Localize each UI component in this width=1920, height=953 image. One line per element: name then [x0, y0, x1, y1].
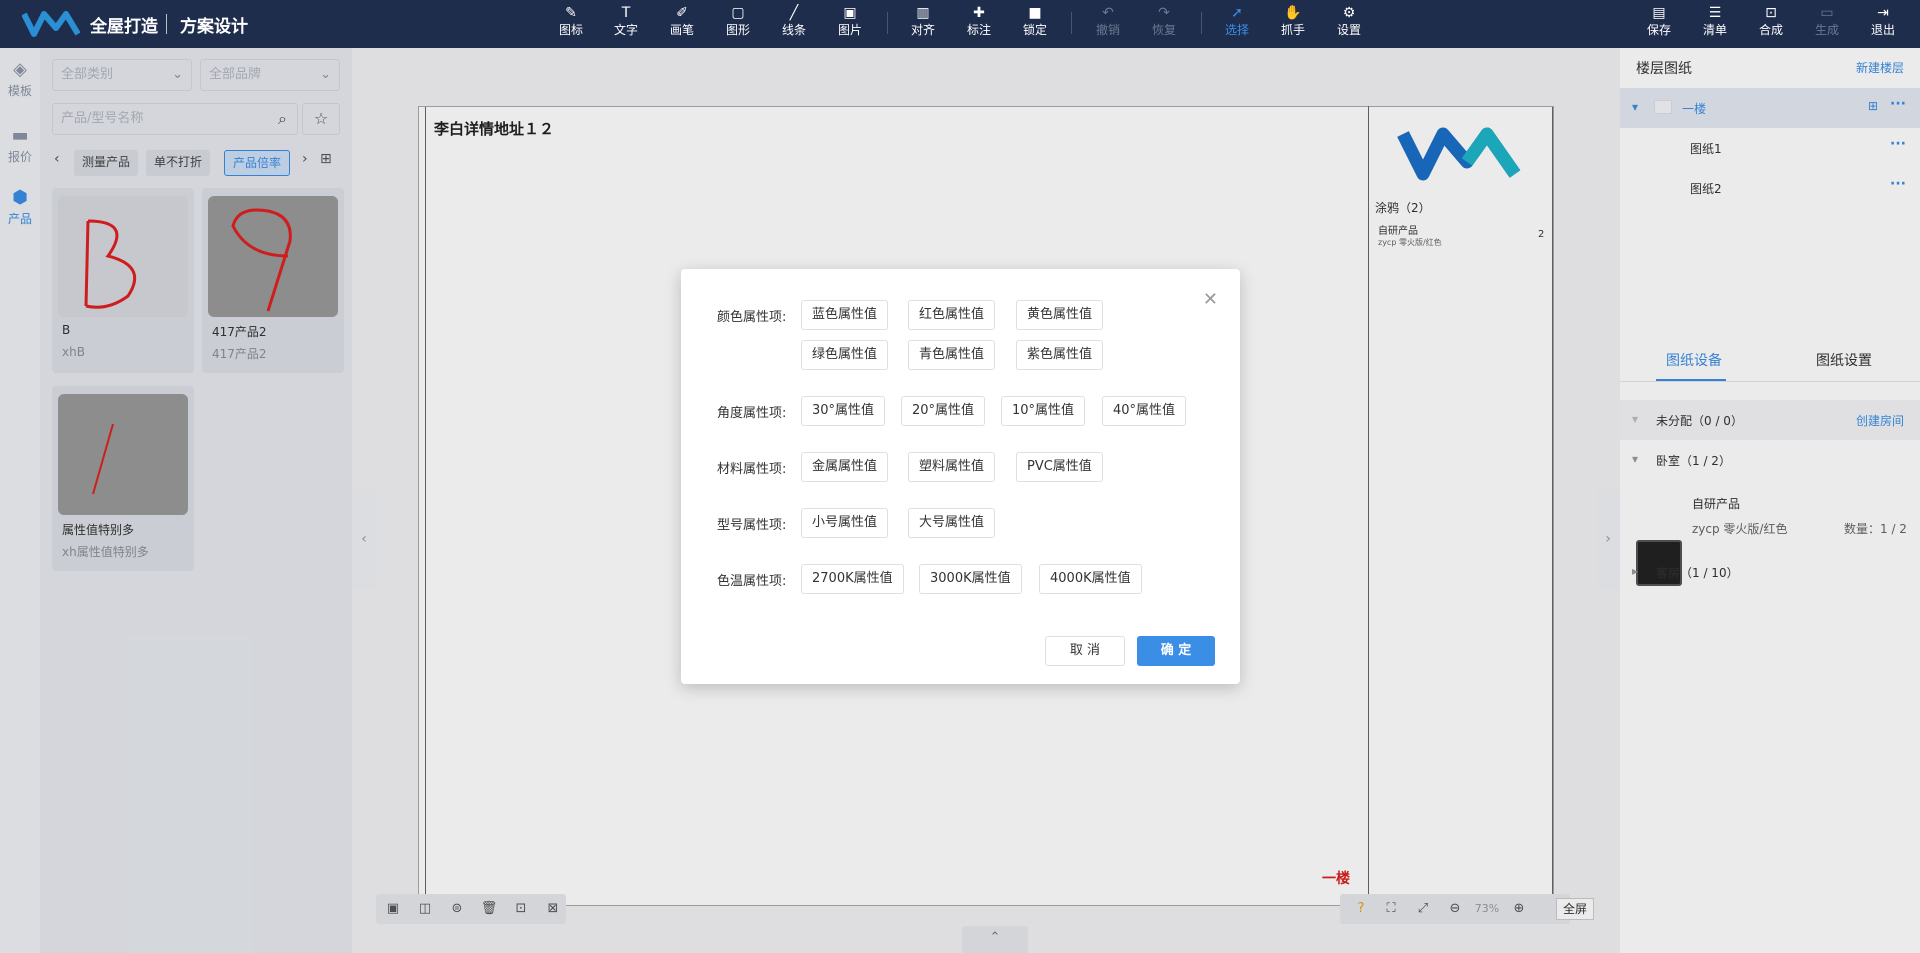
lock-icon: ■ — [1028, 5, 1042, 21]
tool-label: 清单 — [1702, 23, 1727, 37]
tool-label: 画笔 — [669, 23, 694, 37]
hand-icon: ✋ — [1284, 5, 1302, 21]
tool-shape-button[interactable]: ▢ 图形 — [716, 4, 760, 44]
cursor-icon: ➚ — [1231, 5, 1243, 21]
option-button[interactable]: 金属属性值 — [801, 452, 889, 482]
app-subtitle: 方案设计 — [180, 17, 248, 37]
tool-label: 恢复 — [1151, 23, 1176, 37]
cancel-button[interactable]: 取 消 — [1045, 636, 1125, 666]
attr-label-model: 型号属性项: — [717, 518, 787, 533]
option-button[interactable]: 3000K属性值 — [919, 564, 1022, 594]
tool-label: 选择 — [1224, 23, 1249, 37]
tool-image-button[interactable]: ▣ 图片 — [828, 4, 872, 44]
option-button[interactable]: 塑料属性值 — [908, 452, 996, 482]
save-button[interactable]: ▤ 保存 — [1637, 4, 1681, 44]
generate-button[interactable]: ▭ 生成 — [1805, 4, 1849, 44]
undo-icon: ↶ — [1102, 5, 1114, 21]
option-button[interactable]: 20°属性值 — [901, 396, 986, 426]
list-button[interactable]: ☰ 清单 — [1693, 4, 1737, 44]
tool-brush-button[interactable]: ✐ 画笔 — [660, 4, 704, 44]
option-button[interactable]: 10°属性值 — [1001, 396, 1086, 426]
option-button[interactable]: 30°属性值 — [801, 396, 886, 426]
redo-icon: ↷ — [1158, 5, 1170, 21]
list-icon: ☰ — [1708, 5, 1722, 21]
tool-line-button[interactable]: ╱ 线条 — [772, 4, 816, 44]
icon-tool-icon: ✎ — [565, 5, 577, 21]
option-button[interactable]: 4000K属性值 — [1039, 564, 1142, 594]
option-button[interactable]: 青色属性值 — [908, 340, 996, 370]
brush-icon: ✐ — [676, 5, 688, 21]
tool-label: 生成 — [1814, 23, 1839, 37]
tool-mark-button[interactable]: ✚ 标注 — [957, 4, 1001, 44]
tool-label: 文字 — [613, 23, 638, 37]
tool-text-button[interactable]: T 文字 — [604, 4, 648, 44]
tool-hand-button[interactable]: ✋ 抓手 — [1271, 4, 1315, 44]
image-icon: ▣ — [843, 5, 857, 21]
attr-label-angle: 角度属性项: — [717, 406, 787, 421]
tool-undo-button[interactable]: ↶ 撤销 — [1086, 4, 1130, 44]
divider — [1201, 12, 1202, 34]
tool-label: 退出 — [1870, 23, 1895, 37]
tool-label: 图形 — [725, 23, 750, 37]
pin-icon: ✚ — [973, 5, 985, 21]
divider — [1071, 12, 1072, 34]
app-title: 全屋打造 — [90, 17, 158, 37]
attribute-dialog: ✕ 颜色属性项: 蓝色属性值 红色属性值 黄色属性值 绿色属性值 青色属性值 紫… — [681, 269, 1240, 684]
option-button[interactable]: 蓝色属性值 — [801, 300, 889, 330]
tool-label: 图片 — [837, 23, 862, 37]
logo-icon — [22, 11, 80, 37]
tool-label: 标注 — [966, 23, 991, 37]
compose-icon: ⊡ — [1765, 5, 1777, 21]
tool-label: 保存 — [1646, 23, 1671, 37]
tool-label: 设置 — [1336, 23, 1361, 37]
option-button[interactable]: 紫色属性值 — [1016, 340, 1104, 370]
divider — [887, 12, 888, 34]
gear-icon: ⚙ — [1342, 5, 1356, 21]
attr-label-color-temp: 色温属性项: — [717, 574, 787, 589]
tool-lock-button[interactable]: ■ 锁定 — [1013, 4, 1057, 44]
tool-icon-button[interactable]: ✎ 图标 — [549, 4, 593, 44]
tool-align-button[interactable]: ▥ 对齐 — [901, 4, 945, 44]
compose-button[interactable]: ⊡ 合成 — [1749, 4, 1793, 44]
tool-label: 撤销 — [1095, 23, 1120, 37]
exit-icon: ⇥ — [1877, 5, 1889, 21]
tool-label: 锁定 — [1022, 23, 1047, 37]
option-button[interactable]: PVC属性值 — [1016, 452, 1103, 482]
exit-button[interactable]: ⇥ 退出 — [1861, 4, 1905, 44]
tool-label: 对齐 — [910, 23, 935, 37]
top-bar: 全屋打造 方案设计 ✎ 图标 T 文字 ✐ 画笔 ▢ 图形 ╱ 线条 ▣ 图片 ▥ 对齐 ✚ 标… — [0, 0, 1920, 48]
option-button[interactable]: 黄色属性值 — [1016, 300, 1104, 330]
divider — [166, 14, 167, 34]
option-button[interactable]: 2700K属性值 — [801, 564, 904, 594]
tool-settings-button[interactable]: ⚙ 设置 — [1327, 4, 1371, 44]
tool-label: 合成 — [1758, 23, 1783, 37]
option-button[interactable]: 红色属性值 — [908, 300, 996, 330]
attr-label-color: 颜色属性项: — [717, 310, 787, 325]
line-icon: ╱ — [789, 5, 799, 21]
confirm-button[interactable]: 确 定 — [1137, 636, 1215, 666]
close-icon[interactable]: ✕ — [1203, 289, 1218, 310]
option-button[interactable]: 绿色属性值 — [801, 340, 889, 370]
align-icon: ▥ — [916, 5, 930, 21]
attr-label-material: 材料属性项: — [717, 462, 787, 477]
tool-label: 线条 — [781, 23, 806, 37]
shape-icon: ▢ — [731, 5, 745, 21]
generate-icon: ▭ — [1820, 5, 1834, 21]
tool-select-button[interactable]: ➚ 选择 — [1215, 4, 1259, 44]
option-button[interactable]: 小号属性值 — [801, 508, 889, 538]
option-button[interactable]: 大号属性值 — [908, 508, 996, 538]
tool-label: 图标 — [558, 23, 583, 37]
option-button[interactable]: 40°属性值 — [1102, 396, 1187, 426]
tool-redo-button[interactable]: ↷ 恢复 — [1142, 4, 1186, 44]
tool-label: 抓手 — [1280, 23, 1305, 37]
text-icon: T — [621, 5, 631, 21]
save-icon: ▤ — [1652, 5, 1666, 21]
